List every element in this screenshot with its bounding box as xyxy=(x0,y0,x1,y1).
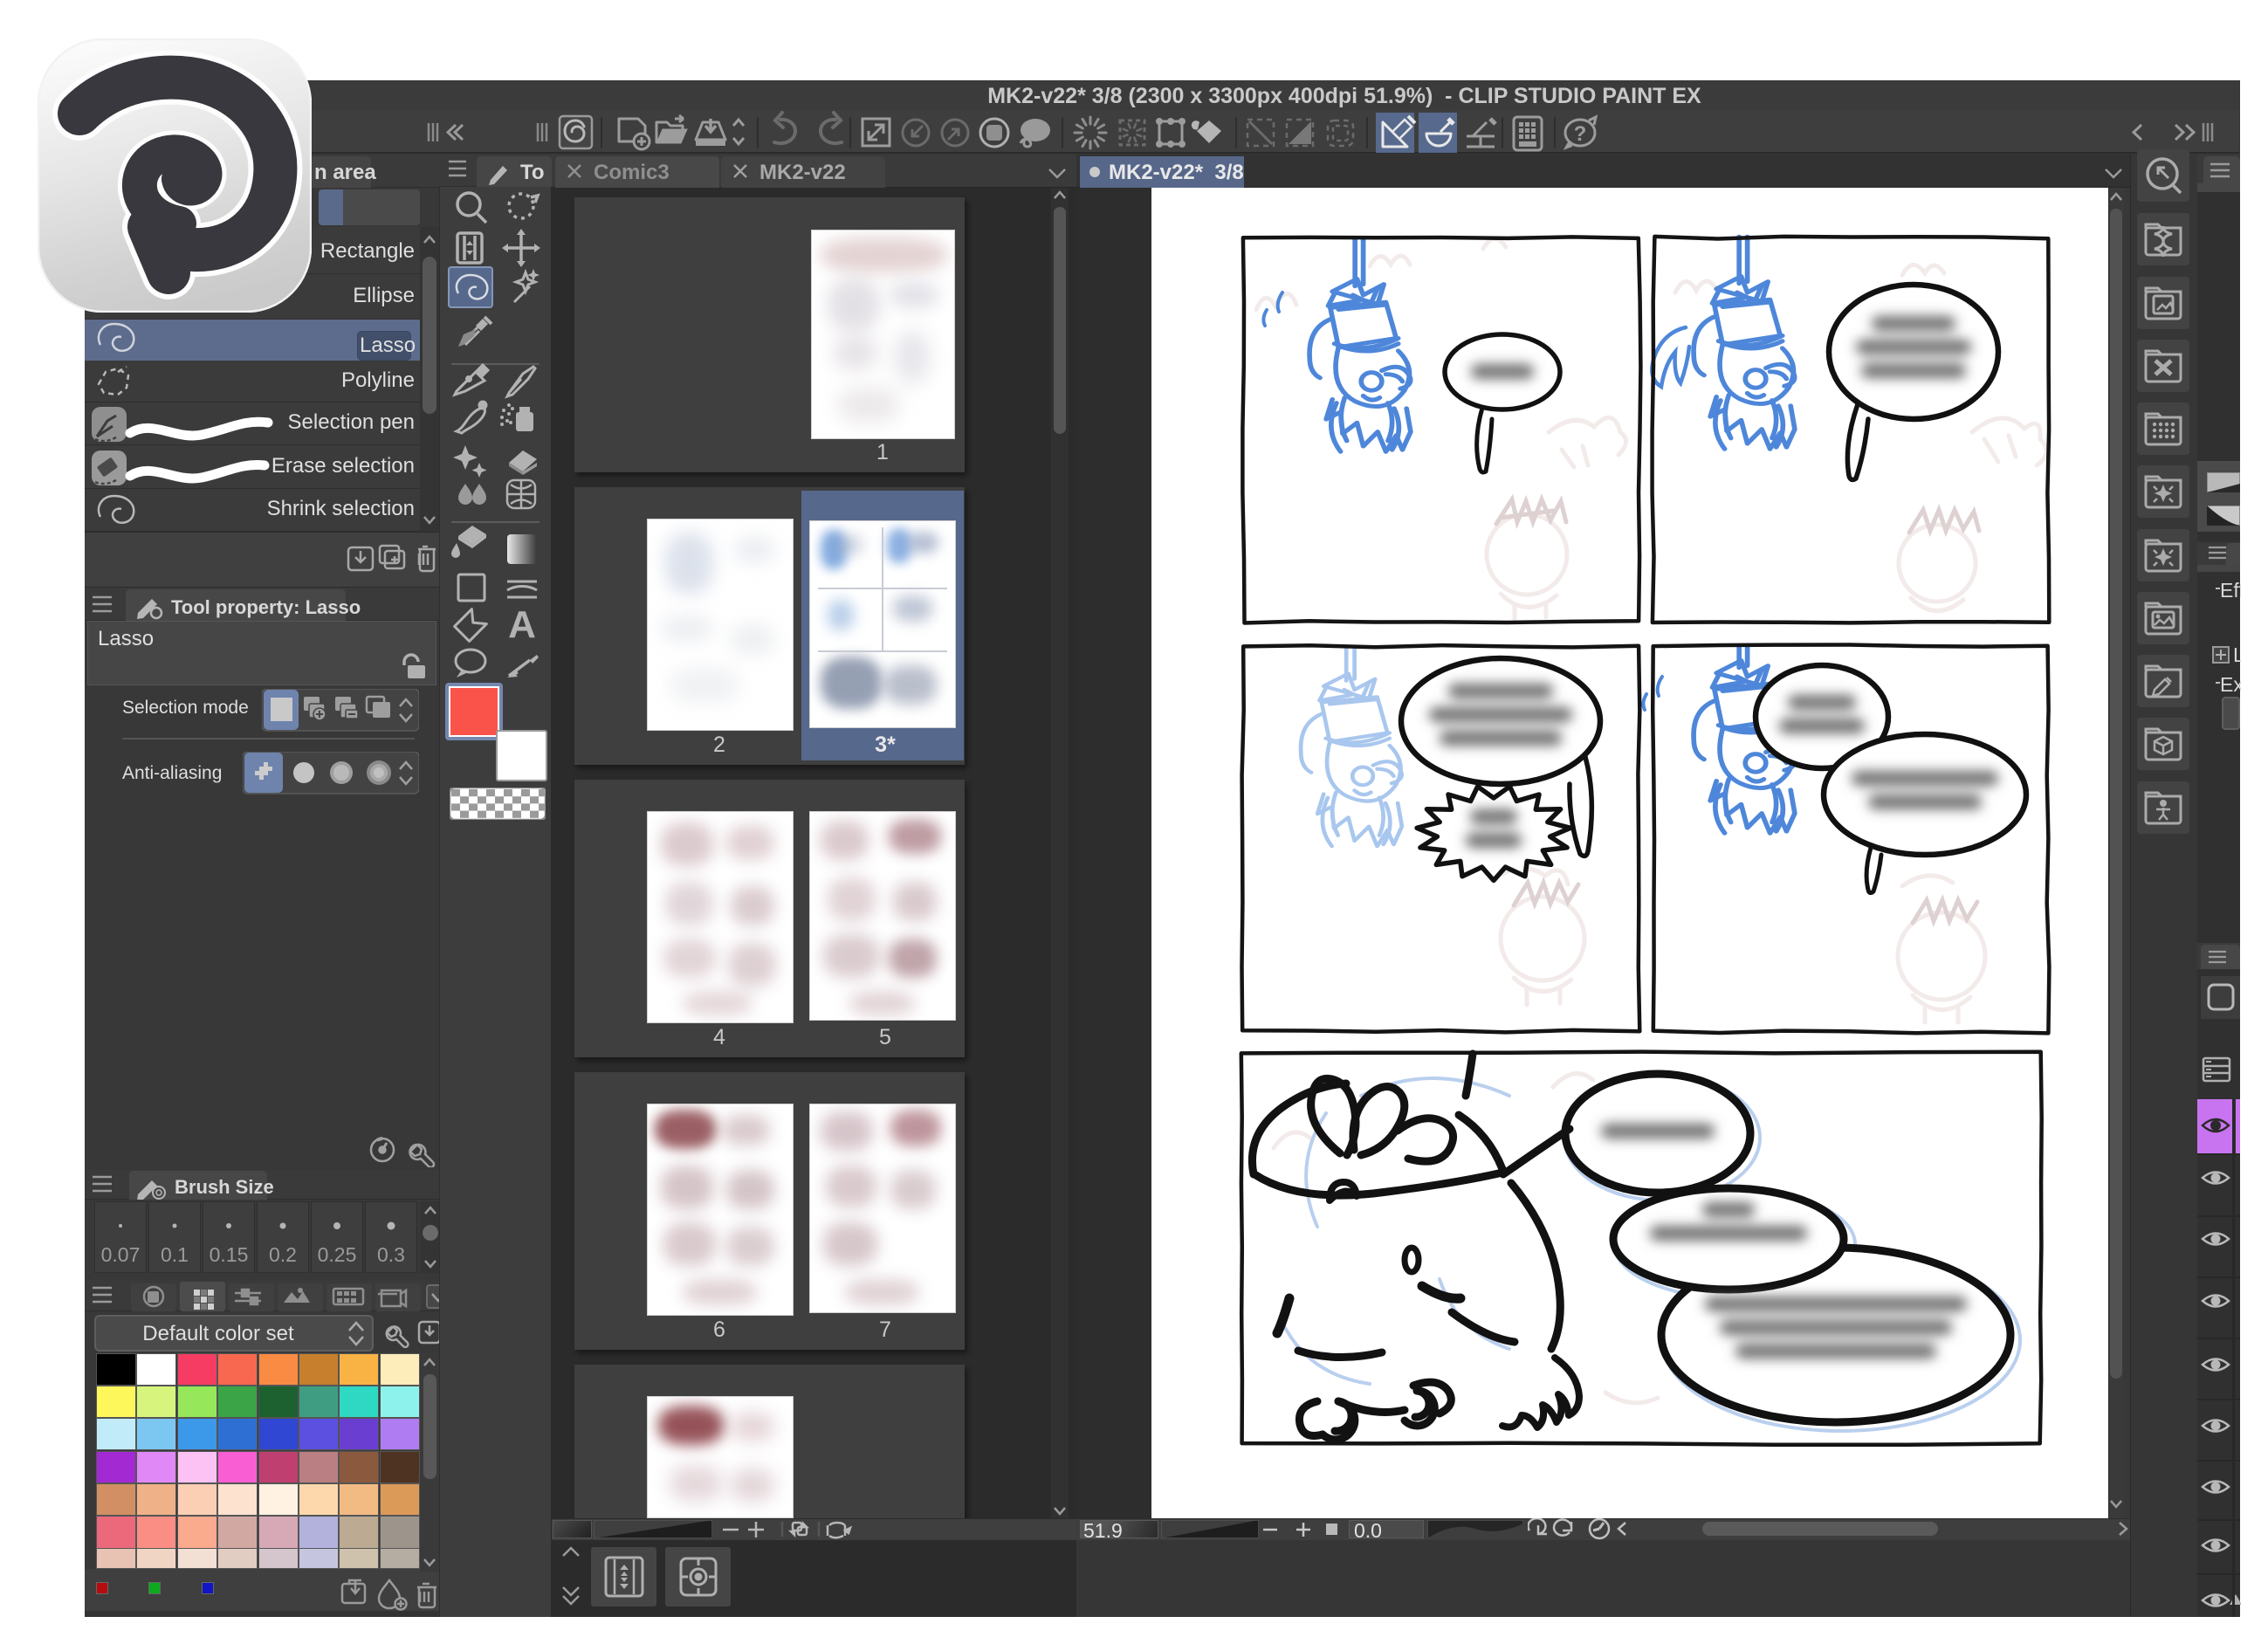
svg-text:?: ? xyxy=(1574,122,1587,146)
svg-text:A: A xyxy=(508,603,536,646)
